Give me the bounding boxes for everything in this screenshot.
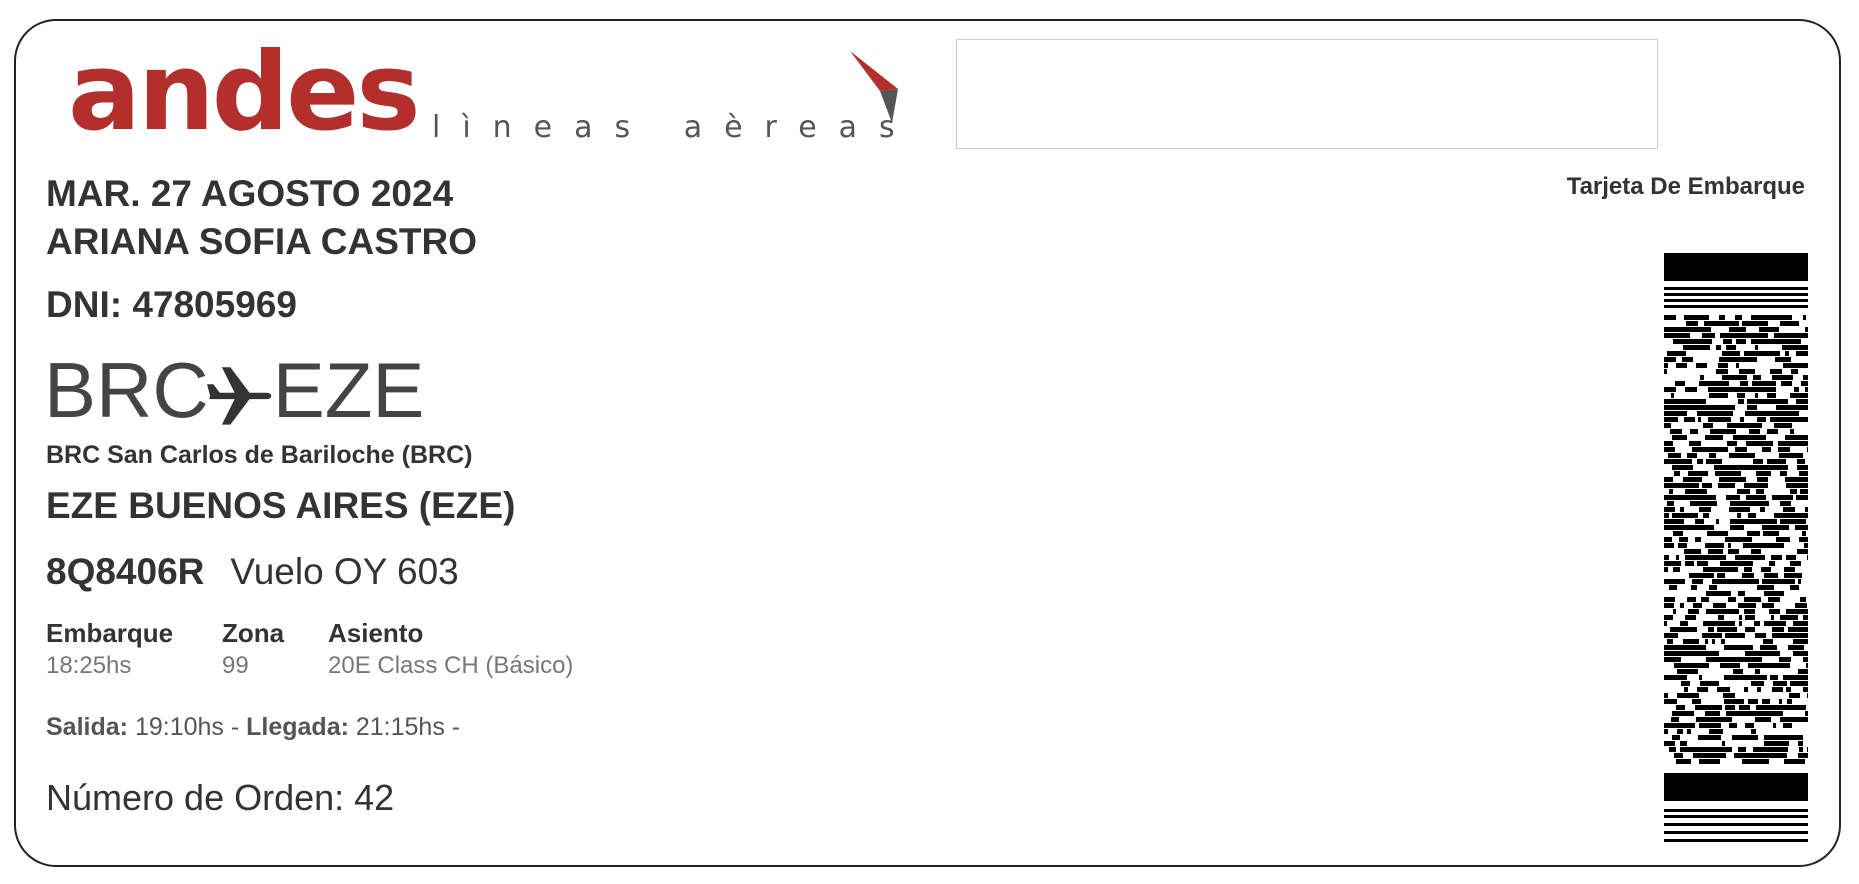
origin-code: BRC (44, 346, 209, 434)
passenger-dni: DNI: 47805969 (46, 284, 297, 325)
arrival-time: 21:15hs (355, 713, 445, 741)
airline-logo-mark-icon (850, 51, 898, 123)
airplane-icon (206, 367, 271, 425)
schedule-line: Salida: 19:10hs - Llegada: 21:15hs - (46, 713, 461, 741)
departure-time: 19:10hs (134, 713, 224, 741)
barcode-2d (1664, 253, 1808, 842)
seat-label: Asiento (328, 618, 424, 648)
airline-logo-text: andes (68, 30, 421, 155)
booking-code: 8Q8406R (46, 551, 205, 592)
seat-value: 20E Class CH (Básico) (328, 652, 574, 679)
route-codes: BRC EZE (44, 351, 424, 429)
document-label: Tarjeta De Embarque (1566, 173, 1805, 200)
boarding-time: 18:25hs (46, 652, 132, 679)
flight-number: Vuelo OY 603 (230, 551, 459, 592)
flight-date: MAR. 27 AGOSTO 2024 (46, 173, 454, 214)
destination-airport: EZE BUENOS AIRES (EZE) (46, 485, 516, 526)
passenger-name: ARIANA SOFIA CASTRO (46, 221, 477, 262)
zone-value: 99 (222, 652, 249, 679)
airline-logo-tagline: lìneas aèreas (432, 110, 917, 145)
boarding-pass: andes lìneas aèreas Tarjeta De Embarque … (14, 19, 1841, 867)
arrival-label: Llegada: (246, 713, 349, 741)
header-empty-box (956, 39, 1658, 149)
zone-label: Zona (222, 618, 285, 648)
order-number: Número de Orden: 42 (46, 777, 395, 818)
origin-airport: BRC San Carlos de Bariloche (BRC) (46, 441, 473, 469)
boarding-label: Embarque (46, 618, 174, 648)
booking-line: 8Q8406R Vuelo OY 603 (46, 551, 459, 593)
departure-label: Salida: (46, 713, 128, 741)
destination-code: EZE (272, 346, 425, 434)
